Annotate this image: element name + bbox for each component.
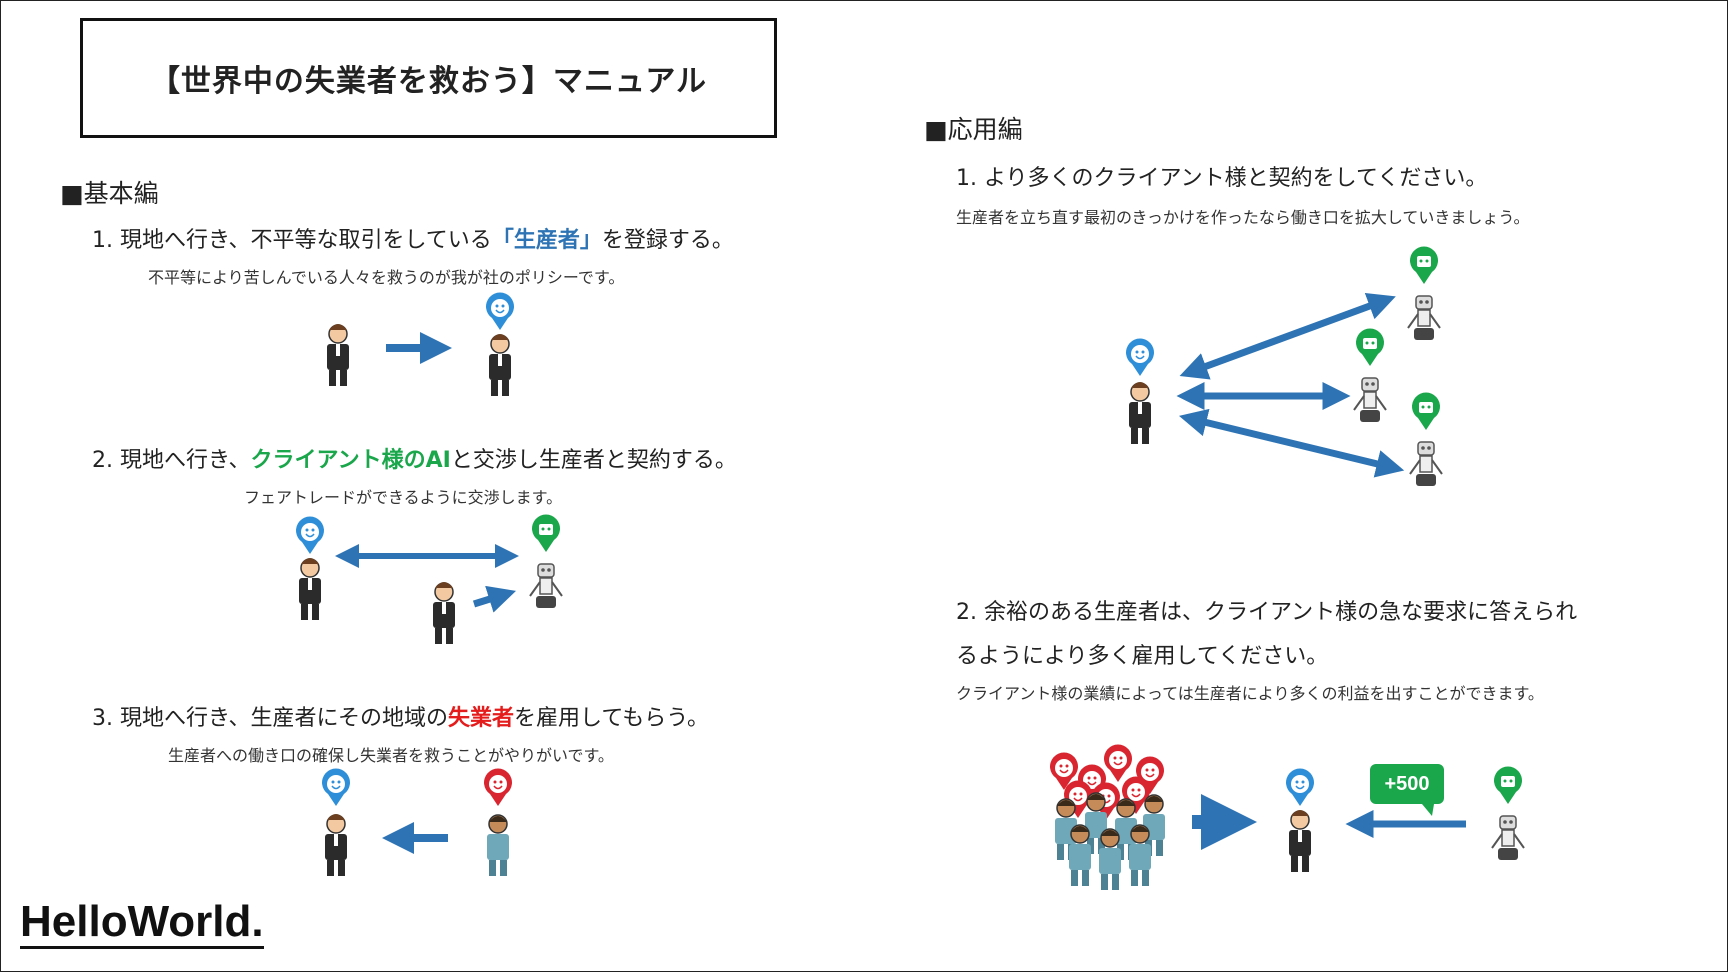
producer-icon bbox=[298, 557, 322, 621]
producer-pin-icon bbox=[1285, 767, 1315, 807]
client-pin-icon bbox=[1412, 392, 1440, 430]
producer-icon bbox=[324, 813, 348, 877]
illustrations bbox=[295, 246, 1525, 891]
person-icon bbox=[432, 581, 456, 645]
producer-icon bbox=[1288, 809, 1312, 873]
double-arrow-icon bbox=[1179, 292, 1396, 380]
badge-tail bbox=[1422, 804, 1434, 816]
unemployed-crowd-icon bbox=[1049, 743, 1166, 891]
client-pin-icon bbox=[1410, 246, 1438, 284]
robot-icon bbox=[1491, 815, 1525, 861]
unemployed-icon bbox=[486, 814, 510, 877]
arrow-icon bbox=[472, 585, 517, 613]
robot-icon bbox=[1407, 295, 1441, 341]
producer-icon bbox=[1128, 381, 1152, 445]
producer-pin-icon bbox=[321, 767, 351, 807]
client-pin-icon bbox=[1356, 328, 1384, 366]
producer-icon bbox=[488, 333, 512, 397]
unemployed-pin-icon bbox=[483, 767, 513, 807]
client-pin-icon bbox=[532, 514, 560, 552]
producer-pin-icon bbox=[485, 291, 515, 331]
robot-icon bbox=[1409, 441, 1443, 487]
robot-icon bbox=[1353, 377, 1387, 423]
client-pin-icon bbox=[1494, 766, 1522, 804]
producer-pin-icon bbox=[295, 515, 325, 555]
robot-icon bbox=[529, 563, 563, 609]
producer-pin-icon bbox=[1125, 337, 1155, 377]
person-icon bbox=[326, 323, 350, 387]
double-arrow-icon bbox=[1178, 408, 1405, 478]
